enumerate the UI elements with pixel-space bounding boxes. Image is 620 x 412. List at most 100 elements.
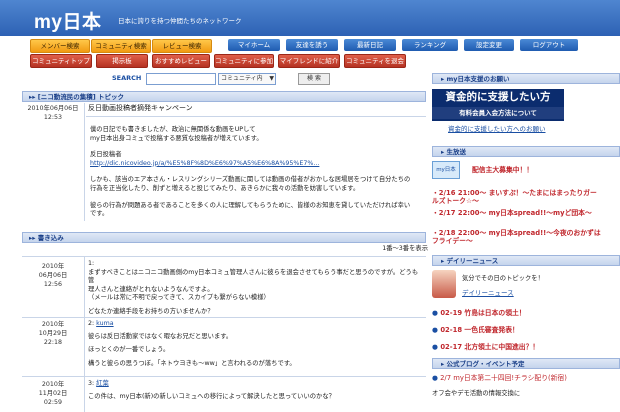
live-item[interactable]: ・2/17 22:00〜 my日本spread!!〜myど団本〜	[432, 209, 602, 217]
support-link[interactable]: 資金的に支援したい方へのお願い	[448, 123, 546, 133]
comment-number: 3:	[88, 380, 95, 387]
event-note: オフ会やデモ活動の情報交換に	[432, 390, 521, 397]
news-text: 02-19 竹島は日本の領土！	[440, 309, 526, 317]
comment-date-year: 2010年	[41, 263, 65, 270]
nav-member-search[interactable]: メンバー検索	[30, 39, 90, 53]
comment-time: 12:56	[43, 281, 63, 288]
arrow-icon: ▸	[441, 75, 445, 83]
comment-line: どなたか連絡手段をお持ちの方いませんか？	[88, 307, 214, 315]
search-button[interactable]: 検 索	[298, 73, 330, 85]
live-recruit[interactable]: 配信主大募集中！！	[472, 164, 533, 174]
comment-time: 02:59	[43, 399, 63, 406]
topic-line: しかも、該当のエア本さん・レスリングシリーズ動画に関しては動画の借者がおかしな居…	[90, 176, 411, 184]
comments-section-header: ▸▸ 書き込み	[22, 232, 426, 243]
topic-link[interactable]: http://dic.nicovideo.jp/a/%E5%8F%8D%E6%9…	[90, 160, 420, 169]
topic-line: 反日投稿者	[90, 151, 122, 159]
comment-number: 2:	[88, 320, 95, 327]
sidebar-title: 公式ブログ・イベント予定	[446, 360, 525, 368]
news-text: 02-17 北方領土に中国進出？！	[440, 343, 540, 351]
community-search: SEARCH コミュニティ内 ▼ 検 索	[0, 73, 432, 85]
nav-ranking[interactable]: ランキング	[402, 39, 458, 51]
nav-invite-friends[interactable]: 友達を誘う	[286, 39, 338, 51]
divider	[84, 256, 85, 412]
divider	[84, 103, 85, 221]
topic-time: 12:53	[43, 114, 63, 121]
topic-title: 反日動画投稿者摘発キャンペーン	[88, 104, 193, 112]
comment-time: 22:18	[43, 339, 63, 346]
comment-date-day: 11月02日	[38, 390, 68, 397]
comment: 3: 紅葉 この件は、my日本(新)の新しいコミュへの移行によって解決したと思っ…	[88, 380, 424, 401]
support-banner-text: 資金的に支援したい方	[445, 91, 551, 103]
divider	[22, 376, 426, 377]
sidebar-title: my日本支援のお願い	[446, 75, 510, 83]
topic-line: 僕の日記でも書きましたが、政治に無関係な動画をUPして	[90, 126, 256, 133]
site-logo[interactable]: my日本	[34, 7, 101, 34]
daily-news-avatar	[432, 270, 456, 298]
topic-line: 行為を正当化したり、削ずと増えると投じてみたり、あきらかに我々の活動を妨害してい…	[90, 184, 360, 192]
news-text: 02-18 一色氏審査発表！	[440, 326, 519, 334]
search-scope-value: コミュニティ内	[221, 75, 263, 82]
news-item[interactable]: ● 02-17 北方領土に中国進出？！	[432, 341, 539, 351]
daily-news-link[interactable]: デイリーニュース	[462, 287, 514, 297]
comment-line: ほっとくのが一番でしょう。	[88, 346, 170, 354]
live-item[interactable]: ・2/16 21:00〜 まいすぷ！〜たまにはまったりガールズトーク☆〜	[432, 189, 602, 205]
topic-date: 2010年06月06日	[27, 105, 79, 112]
sidebar-title: デイリーニュース	[446, 257, 499, 265]
nav-leave-community[interactable]: コミュニティを退会	[344, 54, 406, 68]
membership-banner[interactable]: 有料会員入会方法について	[432, 107, 564, 119]
news-item[interactable]: ● 02-18 一色氏審査発表！	[432, 324, 519, 334]
live-logo[interactable]: my日本	[432, 161, 460, 179]
nav-my-home[interactable]: マイホーム	[228, 39, 280, 51]
sidebar-title: 生放送	[446, 148, 467, 156]
nav-community-top[interactable]: コミュニティトップ	[30, 54, 92, 68]
divider	[22, 256, 426, 257]
topic-section-title: [ニコ動流民の集積] トピック	[37, 93, 125, 101]
event-item[interactable]: ● 2/7 my日本第二十四回!チラシ配り(新宿)	[432, 372, 567, 382]
sidebar-header: ▸ 公式ブログ・イベント予定	[432, 358, 620, 369]
comment-author-link[interactable]: kuma	[96, 320, 113, 327]
primary-nav: メンバー検索 コミュニティ検索 レビュー検索 マイホーム 友達を誘う 最新日記 …	[0, 39, 620, 53]
sidebar-header: ▸ デイリーニュース	[432, 255, 620, 266]
topic-line: です。	[90, 210, 109, 218]
comment-date-block: 2010年 10月29日 22:18	[22, 320, 84, 347]
news-item[interactable]: ● 02-19 竹島は日本の領土！	[432, 307, 526, 317]
nav-introduce-friend[interactable]: マイフレンドに紹介	[278, 54, 340, 68]
search-scope-select[interactable]: コミュニティ内 ▼	[218, 73, 276, 85]
comment-date-block: 2010年 06月06日 12:56	[22, 262, 84, 289]
nav-logout[interactable]: ログアウト	[520, 39, 578, 51]
comment-line: 構うと彼らの思うつぼ。「ネトウヨきも〜ww」と言われるのが落ちです。	[88, 359, 296, 367]
nav-recommended-reviews[interactable]: おすすめレビュー	[152, 54, 210, 68]
daily-intro: 気分でその日のトピックを！	[462, 275, 544, 282]
nav-settings[interactable]: 設定変更	[464, 39, 514, 51]
live-item[interactable]: ・2/18 22:00〜 my日本spread!!〜今夜のおかずはフライデー〜	[432, 229, 602, 245]
topic-date-block: 2010年06月06日 12:53	[22, 104, 84, 122]
comment-line: まずすべきことはニコニコ動画側のmy日本コミュ管理人さんに彼らを退会させてもらう…	[88, 268, 419, 285]
comment-date-year: 2010年	[41, 321, 65, 328]
event-text: 2/7 my日本第二十四回!チラシ配り(新宿)	[440, 374, 567, 382]
comment-author-link[interactable]: 紅葉	[96, 380, 109, 387]
arrow-icon: ▸▸	[29, 234, 36, 242]
nav-review-search[interactable]: レビュー検索	[152, 39, 212, 53]
topic-section-header: ▸▸ [ニコ動流民の集積] トピック	[22, 91, 426, 102]
comment-date-day: 06月06日	[38, 272, 68, 279]
chevron-down-icon: ▼	[269, 75, 274, 82]
comment-line: （メールは常に不明で戻ってきて、スカイプも繋がらない模様）	[88, 294, 270, 302]
divider	[86, 116, 426, 117]
sidebar-header: ▸ 生放送	[432, 146, 620, 157]
nav-join-community[interactable]: コミュニティに参加	[214, 54, 274, 68]
comments-section-title: 書き込み	[37, 234, 64, 242]
community-nav: コミュニティトップ 掲示板 おすすめレビュー コミュニティに参加 マイフレンドに…	[0, 54, 620, 68]
topic-line: my日本出身コミュで投稿する悪質な投稿者が増えています。	[90, 134, 263, 142]
nav-board[interactable]: 掲示板	[96, 54, 148, 68]
comment-date-year: 2010年	[41, 381, 65, 388]
search-label: SEARCH	[112, 74, 142, 82]
site-header: my日本 日本に誇りを持つ仲間たちのネットワーク	[0, 0, 620, 36]
comment-line: この件は、my日本(新)の新しいコミュへの移行によって解決したと思っていいのかな…	[88, 392, 335, 400]
search-input[interactable]	[146, 73, 216, 85]
nav-community-search[interactable]: コミュニティ検索	[91, 39, 151, 53]
site-tagline: 日本に誇りを持つ仲間たちのネットワーク	[118, 17, 242, 25]
comment-date-day: 10月29日	[38, 330, 68, 337]
nav-latest-diary[interactable]: 最新日記	[344, 39, 396, 51]
comment: 2: kuma 彼らは反日活動家ではなく暇なお兄だと思います。 ほっとくのが一番…	[88, 320, 424, 368]
divider	[22, 317, 426, 318]
